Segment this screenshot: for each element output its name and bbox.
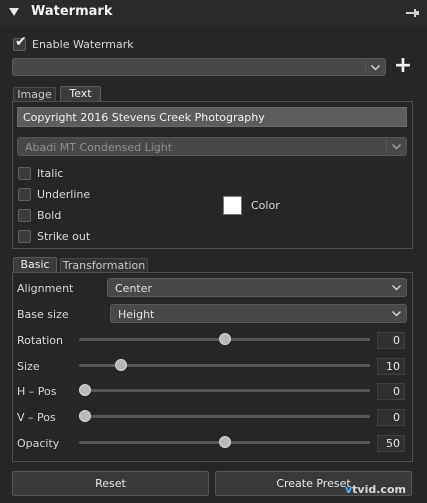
h-pos-label: H – Pos: [17, 385, 57, 398]
collapse-triangle-icon[interactable]: [9, 8, 19, 16]
underline-checkbox[interactable]: [18, 188, 31, 201]
alignment-label: Alignment: [17, 282, 74, 295]
v-pos-slider-track[interactable]: [79, 415, 370, 418]
h-pos-value-field[interactable]: 0: [377, 383, 405, 400]
size-value-field[interactable]: 10: [377, 358, 405, 375]
rotation-value-field[interactable]: 0: [377, 332, 405, 349]
underline-label: Underline: [37, 188, 91, 201]
chevron-down-icon: [391, 310, 402, 317]
size-slider-thumb[interactable]: [115, 359, 127, 371]
opacity-label: Opacity: [17, 437, 60, 450]
alignment-dropdown[interactable]: Center: [107, 278, 407, 297]
color-swatch[interactable]: [223, 196, 242, 215]
rotation-slider-thumb[interactable]: [219, 333, 231, 345]
preset-dropdown[interactable]: [12, 58, 386, 76]
bold-checkbox[interactable]: [18, 209, 31, 222]
dropdown-separator: [386, 140, 387, 153]
tab-text[interactable]: Text: [60, 86, 101, 102]
pin-icon[interactable]: [404, 6, 420, 20]
logo-rest: tvid.com: [352, 483, 406, 496]
watermark-text-input[interactable]: Copyright 2016 Stevens Creek Photography: [17, 107, 407, 127]
base-size-value: Height: [118, 308, 155, 321]
strike-out-checkbox[interactable]: [18, 230, 31, 243]
enable-watermark-checkbox[interactable]: ✔: [13, 34, 27, 51]
strike-out-label: Strike out: [37, 230, 91, 243]
color-label: Color: [251, 199, 280, 212]
panel-title: Watermark: [31, 4, 113, 19]
chevron-down-icon: [391, 143, 402, 150]
tab-transformation[interactable]: Transformation: [60, 258, 148, 273]
rotation-label: Rotation: [17, 334, 64, 347]
h-pos-slider-thumb[interactable]: [79, 384, 91, 396]
v-pos-label: V – Pos: [17, 411, 56, 424]
checkmark-icon: ✔: [15, 34, 27, 50]
site-logo: vtvid.com: [345, 483, 406, 496]
basic-settings-panel: [12, 272, 413, 462]
opacity-value-field[interactable]: 50: [377, 435, 405, 452]
v-pos-value-field[interactable]: 0: [377, 409, 405, 426]
size-label: Size: [17, 360, 40, 373]
h-pos-slider-track[interactable]: [79, 389, 370, 392]
alignment-value: Center: [115, 282, 153, 295]
base-size-dropdown[interactable]: Height: [110, 304, 407, 323]
dropdown-separator: [365, 61, 366, 73]
opacity-slider-thumb[interactable]: [219, 436, 231, 448]
font-dropdown[interactable]: Abadi MT Condensed Light: [17, 137, 407, 156]
font-dropdown-value: Abadi MT Condensed Light: [25, 141, 173, 154]
base-size-label: Base size: [17, 308, 69, 321]
enable-watermark-label: Enable Watermark: [32, 38, 134, 51]
italic-label: Italic: [37, 167, 64, 180]
chevron-down-icon: [370, 64, 381, 71]
chevron-down-icon: [391, 284, 402, 291]
tab-image[interactable]: Image: [13, 87, 56, 102]
add-preset-button[interactable]: +: [393, 55, 413, 77]
v-pos-slider-thumb[interactable]: [79, 410, 91, 422]
reset-button[interactable]: Reset: [12, 471, 209, 496]
italic-checkbox[interactable]: [18, 167, 31, 180]
tab-basic[interactable]: Basic: [13, 257, 57, 273]
bold-label: Bold: [37, 209, 62, 222]
